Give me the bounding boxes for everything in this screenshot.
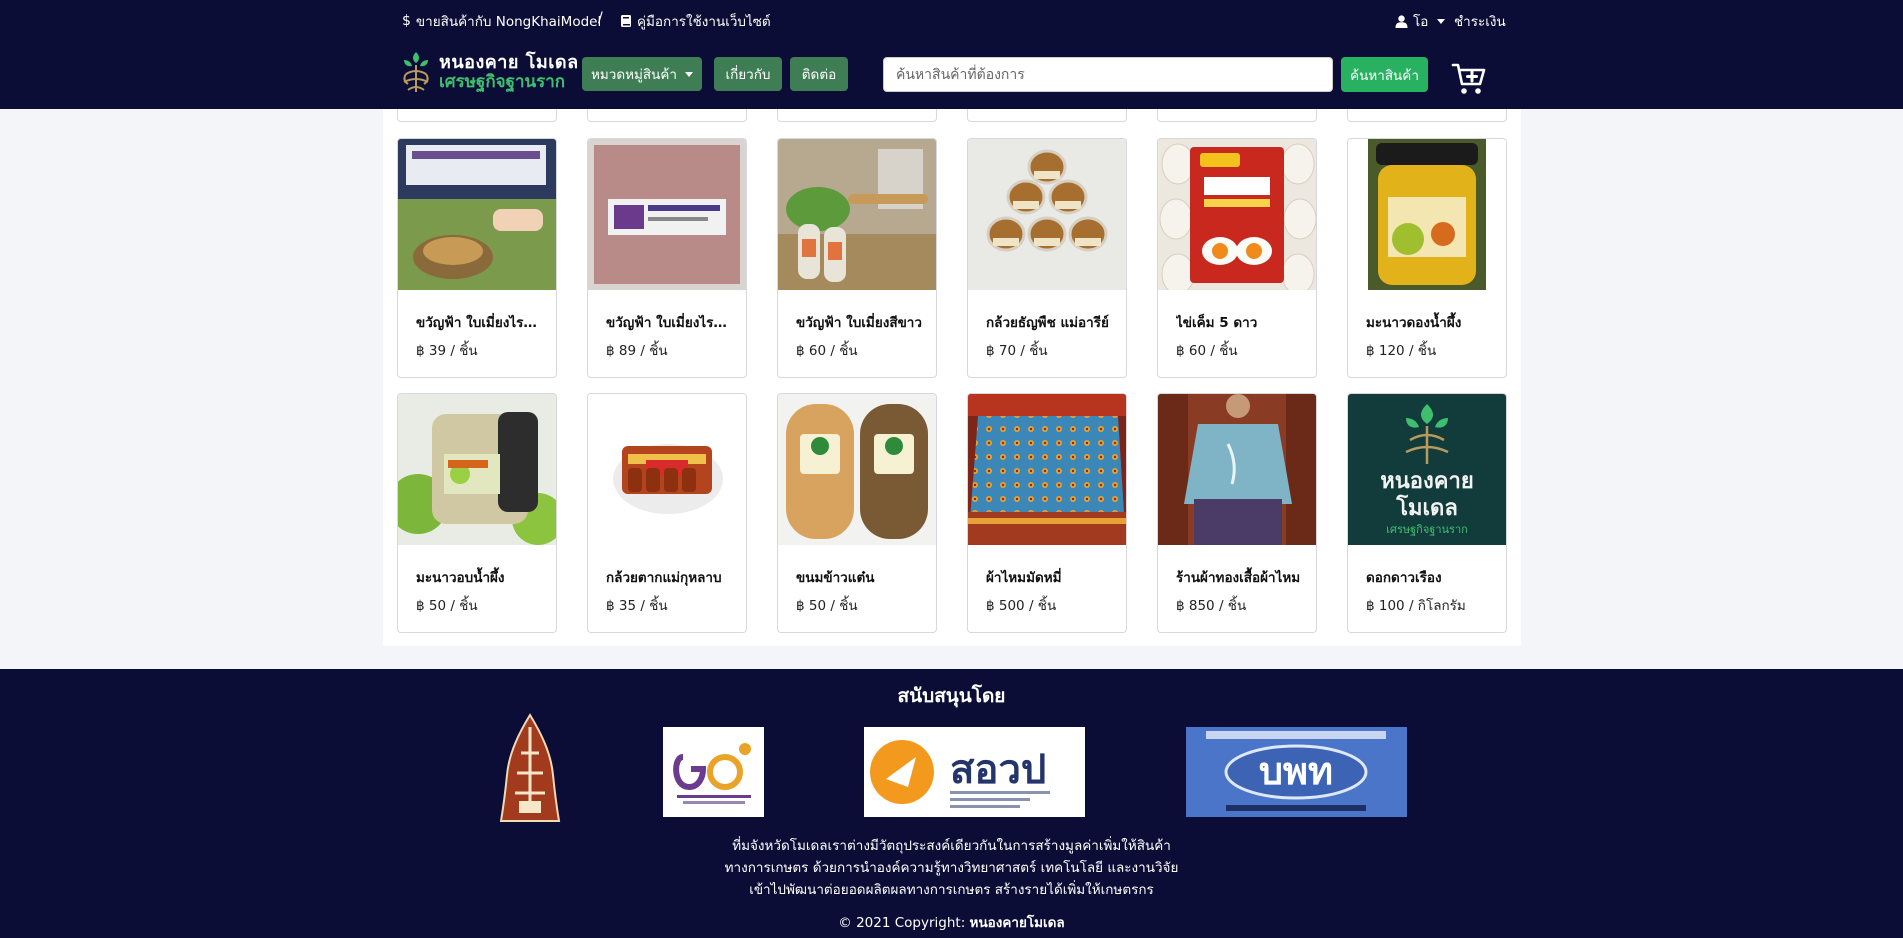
about-button[interactable]: เกี่ยวกับ	[714, 57, 782, 91]
product-card[interactable]: ขนมข้าวแต๋น ฿ 50 / ชิ้น	[777, 393, 937, 633]
manual-link-label: คู่มือการใช้งานเว็บไซต์	[637, 14, 771, 30]
product-price: ฿ 100 / กิโลกรัม	[1366, 598, 1466, 614]
copyright: © 2021 Copyright: หนองคายโมเดล	[0, 911, 1903, 933]
contact-button[interactable]: ติดต่อ	[790, 57, 848, 91]
previous-row-card	[1347, 109, 1507, 122]
logo-title: หนองคาย โมเดล	[439, 51, 579, 73]
product-image	[778, 394, 936, 545]
sponsor3-name: สอวป	[950, 747, 1046, 793]
product-price: ฿ 50 / ชิ้น	[796, 598, 858, 614]
product-price: ฿ 60 / ชิ้น	[1176, 343, 1238, 359]
user-name: โอ	[1413, 14, 1429, 30]
product-card[interactable]: กล้วยตากแม่กุหลาบ ฿ 35 / ชิ้น	[587, 393, 747, 633]
footer-text-line: ทางการเกษตร ด้วยการนำองค์ความรู้ทางวิทยา…	[724, 860, 1179, 876]
product-image	[398, 394, 556, 545]
product-image	[588, 139, 746, 290]
product-card[interactable]: ขวัญฟ้า ใบเมี่ยงสีขาว ฿ 60 / ชิ้น	[777, 138, 937, 378]
chevron-down-icon	[1437, 18, 1446, 24]
product-image	[778, 139, 936, 290]
logo-emblem-icon	[403, 52, 429, 92]
product-name: มะนาวดองน้ำผึ้ง	[1366, 315, 1462, 331]
product-card[interactable]: ขวัญฟ้า ใบเมี่ยงไรซ์เบอร์รี่ ฿ 39 / ชิ้น	[397, 138, 557, 378]
product-card[interactable]: มะนาวดองน้ำผึ้ง ฿ 120 / ชิ้น	[1347, 138, 1507, 378]
sell-link[interactable]: $ ขายสินค้ากับ NongKhaiModel	[402, 10, 601, 32]
product-image: หนองคาย โมเดล เศรษฐกิจฐานราก	[1348, 394, 1506, 545]
footer-text-line: เข้าไปพัฒนาต่อยอดผลิตผลทางการเกษตร สร้าง…	[749, 882, 1154, 898]
product-image	[1348, 139, 1506, 290]
copyright-prefix: © 2021 Copyright:	[838, 915, 966, 931]
sell-link-label: ขายสินค้ากับ NongKhaiModel	[415, 14, 602, 30]
product-price: ฿ 120 / ชิ้น	[1366, 343, 1437, 359]
contact-label: ติดต่อ	[801, 67, 837, 83]
product-name: ไข่เค็ม 5 ดาว	[1176, 315, 1258, 331]
categories-label: หมวดหมู่สินค้า	[590, 67, 678, 83]
topbar-separator: /	[598, 10, 603, 26]
categories-dropdown-button[interactable]: หมวดหมู่สินค้า	[582, 57, 702, 91]
product-card[interactable]: ร้านผ้าทองเสื้อผ้าไหม ฿ 850 / ชิ้น	[1157, 393, 1317, 633]
product-card[interactable]: หนองคาย โมเดล เศรษฐกิจฐานราก ดอกดาวเรือง…	[1347, 393, 1507, 633]
product-price: ฿ 60 / ชิ้น	[796, 343, 858, 359]
product-image	[968, 394, 1126, 545]
footer: สนับสนุนโดย สอวป บพท ที่มจังหวัดโมเดลเรา…	[0, 669, 1903, 938]
product-card[interactable]: กล้วยธัญพืช แม่อารีย์ ฿ 70 / ชิ้น	[967, 138, 1127, 378]
book-icon	[621, 15, 631, 27]
product-image	[1158, 394, 1316, 545]
product-name: ขวัญฟ้า ใบเมี่ยงไรซ์เบอร์รี่	[416, 315, 544, 331]
checkout-link[interactable]: ชำระเงิน	[1454, 10, 1506, 32]
user-icon	[1395, 14, 1408, 28]
product-name: ขนมข้าวแต๋น	[796, 570, 875, 586]
product-image	[588, 394, 746, 545]
product-name: มะนาวอบน้ำผึ้ง	[416, 570, 505, 586]
product-logo-line3: เศรษฐกิจฐานราก	[1386, 523, 1468, 536]
previous-row-card	[587, 109, 747, 122]
product-card[interactable]: ขวัญฟ้า ใบเมี่ยงไรซ์เบอร์รี่ ฿ 89 / ชิ้น	[587, 138, 747, 378]
product-name: ผ้าไหมมัดหมี่	[986, 570, 1062, 586]
product-image	[398, 139, 556, 290]
chevron-down-icon	[685, 71, 694, 77]
previous-row-card	[397, 109, 557, 122]
product-price: ฿ 35 / ชิ้น	[606, 598, 668, 614]
product-name: กล้วยตากแม่กุหลาบ	[606, 570, 722, 586]
product-price: ฿ 50 / ชิ้น	[416, 598, 478, 614]
previous-row-card	[1157, 109, 1317, 122]
search-button[interactable]: ค้นหาสินค้า	[1341, 57, 1428, 92]
pmu-b-logo: สอวป	[864, 727, 1085, 817]
footer-text-line: ที่มจังหวัดโมเดลเราต่างมีวัตถุประสงค์เดี…	[732, 838, 1171, 854]
sponsor4-name: บพท	[1259, 749, 1333, 793]
search-input[interactable]	[883, 57, 1333, 92]
product-price: ฿ 89 / ชิ้น	[606, 343, 668, 359]
product-price: ฿ 70 / ชิ้น	[986, 343, 1048, 359]
previous-row-card	[777, 109, 937, 122]
copyright-link[interactable]: หนองคายโมเดล	[970, 915, 1065, 931]
checkout-label: ชำระเงิน	[1454, 14, 1506, 30]
product-price: ฿ 500 / ชิ้น	[986, 598, 1057, 614]
cart-add-icon[interactable]	[1451, 60, 1487, 96]
product-logo-line1: หนองคาย	[1380, 469, 1473, 494]
product-logo-line2: โมเดล	[1395, 494, 1458, 521]
previous-row-card	[967, 109, 1127, 122]
about-label: เกี่ยวกับ	[725, 67, 771, 83]
logo-subtitle: เศรษฐกิจฐานราก	[439, 71, 566, 92]
pmu-a-logo: บพท	[1186, 727, 1407, 817]
product-name: กล้วยธัญพืช แม่อารีย์	[986, 315, 1109, 331]
product-image	[1158, 139, 1316, 290]
product-card[interactable]: ไข่เค็ม 5 ดาว ฿ 60 / ชิ้น	[1157, 138, 1317, 378]
product-name: ขวัญฟ้า ใบเมี่ยงไรซ์เบอร์รี่	[606, 315, 734, 331]
product-name: ขวัญฟ้า ใบเมี่ยงสีขาว	[796, 315, 922, 331]
product-image	[968, 139, 1126, 290]
dollar-icon: $	[402, 13, 411, 29]
product-name: ดอกดาวเรือง	[1366, 570, 1442, 586]
university-seal-logo	[499, 713, 561, 822]
product-price: ฿ 850 / ชิ้น	[1176, 598, 1247, 614]
user-menu[interactable]: โอ	[1395, 10, 1446, 32]
site-logo[interactable]: หนองคาย โมเดล เศรษฐกิจฐานราก	[398, 50, 579, 94]
product-name: ร้านผ้าทองเสื้อผ้าไหม	[1176, 570, 1301, 586]
product-card[interactable]: มะนาวอบน้ำผึ้ง ฿ 50 / ชิ้น	[397, 393, 557, 633]
product-card[interactable]: ผ้าไหมมัดหมี่ ฿ 500 / ชิ้น	[967, 393, 1127, 633]
footer-title: สนับสนุนโดย	[897, 685, 1006, 707]
anniversary-60-logo	[663, 727, 764, 817]
navbar: $ ขายสินค้ากับ NongKhaiModel / คู่มือการ…	[0, 0, 1903, 109]
product-price: ฿ 39 / ชิ้น	[416, 343, 478, 359]
manual-link[interactable]: คู่มือการใช้งานเว็บไซต์	[620, 10, 771, 32]
